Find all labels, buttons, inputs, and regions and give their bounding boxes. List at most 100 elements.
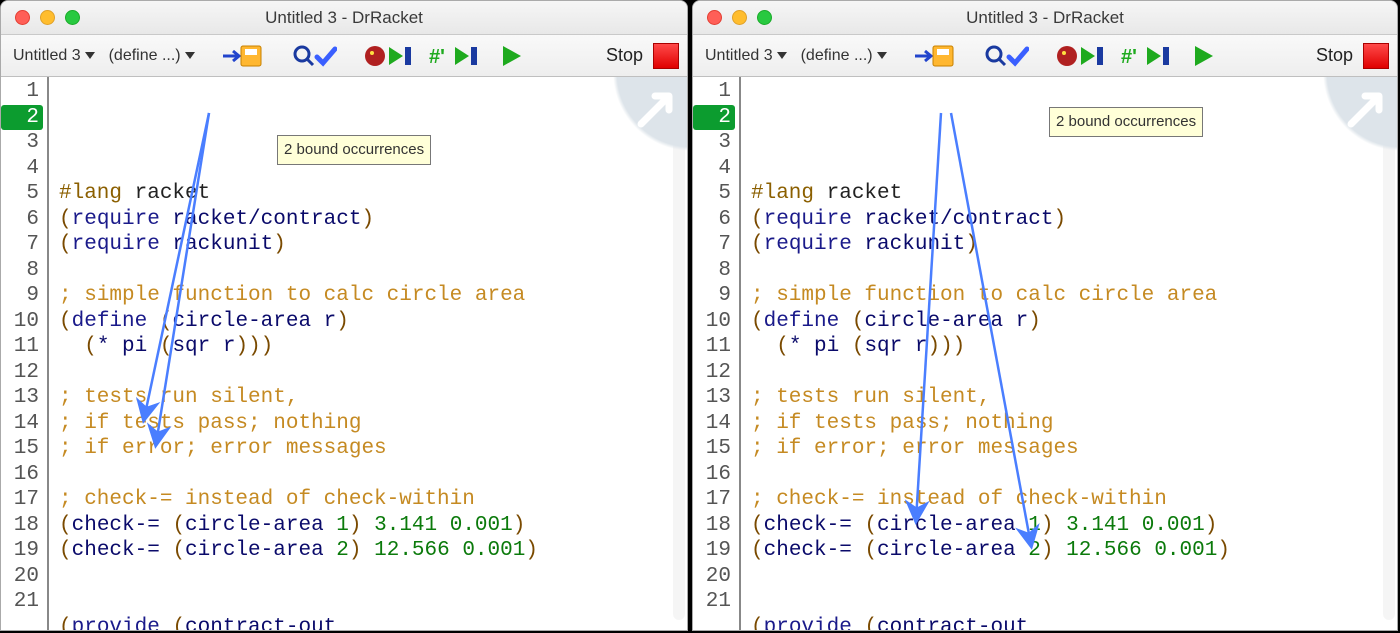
line-number: 2 [1,105,43,131]
code-line[interactable]: ; tests run silent, [751,385,1397,411]
code-line[interactable] [751,258,1397,284]
code-line[interactable]: (define (circle-area r) [59,309,687,335]
line-number: 10 [1,309,39,335]
close-icon[interactable] [15,10,30,25]
line-number: 9 [693,283,731,309]
minimize-icon[interactable] [732,10,747,25]
run-icon[interactable] [1193,41,1215,71]
code-line[interactable] [59,258,687,284]
debug-bug-icon[interactable] [363,41,387,71]
line-number: 10 [693,309,731,335]
code-line[interactable]: ; tests run silent, [59,385,687,411]
code-line[interactable] [59,360,687,386]
traffic-lights [693,10,772,25]
line-number: 13 [1,385,39,411]
save-arrow-icon[interactable] [913,41,957,71]
code-line[interactable]: ; simple function to calc circle area [751,283,1397,309]
titlebar[interactable]: Untitled 3 - DrRacket [1,1,687,35]
code-line[interactable] [59,462,687,488]
zoom-icon[interactable] [757,10,772,25]
code-line[interactable]: ; if tests pass; nothing [751,411,1397,437]
vertical-scrollbar[interactable] [673,117,685,620]
drracket-window-1: Untitled 3 - DrRacket Untitled 3 (define… [0,0,688,631]
code-line[interactable]: ; simple function to calc circle area [59,283,687,309]
code-line[interactable]: (require rackunit) [751,232,1397,258]
line-number: 5 [693,181,731,207]
line-number: 8 [1,258,39,284]
code-area[interactable]: 2 bound occurrences #lang racket(require… [741,77,1397,630]
define-dropdown[interactable]: (define ...) [105,47,199,65]
line-number: 14 [693,411,731,437]
titlebar[interactable]: Untitled 3 - DrRacket [693,1,1397,35]
macro-stepper-icon[interactable]: #' [1121,41,1179,71]
chevron-down-icon [85,52,95,59]
run-icon[interactable] [501,41,523,71]
line-number: 14 [1,411,39,437]
code-line[interactable] [751,564,1397,590]
debug-step-icon[interactable] [387,41,415,71]
minimize-icon[interactable] [40,10,55,25]
line-gutter: 123456789101112131415161718192021 [1,77,49,630]
code-line[interactable]: (provide (contract-out [751,615,1397,631]
search-check-icon[interactable] [983,41,1029,71]
line-number: 5 [1,181,39,207]
code-line[interactable]: #lang racket [751,181,1397,207]
chevron-down-icon [777,52,787,59]
vertical-scrollbar[interactable] [1383,117,1395,620]
code-line[interactable]: (check-= (circle-area 2) 12.566 0.001) [59,538,687,564]
code-line[interactable] [751,589,1397,615]
code-line[interactable] [59,564,687,590]
line-number: 1 [1,79,39,105]
debug-step-icon[interactable] [1079,41,1107,71]
file-dropdown-label: Untitled 3 [705,47,773,65]
code-line[interactable]: ; if error; error messages [751,436,1397,462]
code-line[interactable]: (require racket/contract) [751,207,1397,233]
define-dropdown[interactable]: (define ...) [797,47,891,65]
code-line[interactable]: (define (circle-area r) [751,309,1397,335]
code-area[interactable]: 2 bound occurrences #lang racket(require… [49,77,687,630]
editor-area[interactable]: 123456789101112131415161718192021 2 boun… [693,77,1397,630]
debug-bug-icon[interactable] [1055,41,1079,71]
line-number: 6 [693,207,731,233]
line-number: 21 [693,589,731,615]
drracket-window-2: Untitled 3 - DrRacket Untitled 3 (define… [692,0,1398,631]
macro-stepper-icon[interactable]: #' [429,41,487,71]
line-number: 3 [1,130,39,156]
line-number: 15 [1,436,39,462]
line-number: 16 [1,462,39,488]
svg-text:#': #' [429,46,445,68]
toolbar: Untitled 3 (define ...) [1,35,687,77]
line-number: 12 [693,360,731,386]
file-dropdown[interactable]: Untitled 3 [701,47,791,65]
line-number: 15 [693,436,731,462]
close-icon[interactable] [707,10,722,25]
bound-occurrences-tooltip: 2 bound occurrences [1049,107,1203,137]
code-line[interactable]: (require racket/contract) [59,207,687,233]
code-line[interactable]: (require rackunit) [59,232,687,258]
code-line[interactable]: (provide (contract-out [59,615,687,631]
zoom-icon[interactable] [65,10,80,25]
code-line[interactable]: (check-= (circle-area 1) 3.141 0.001) [59,513,687,539]
save-arrow-icon[interactable] [221,41,265,71]
code-line[interactable]: (check-= (circle-area 2) 12.566 0.001) [751,538,1397,564]
line-number: 11 [693,334,731,360]
search-check-icon[interactable] [291,41,337,71]
line-number: 3 [693,130,731,156]
stop-button[interactable] [653,43,679,69]
toolbar: Untitled 3 (define ...) [693,35,1397,77]
code-line[interactable]: ; if error; error messages [59,436,687,462]
file-dropdown[interactable]: Untitled 3 [9,47,99,65]
code-line[interactable]: ; if tests pass; nothing [59,411,687,437]
code-line[interactable]: ; check-= instead of check-within [59,487,687,513]
code-line[interactable] [59,589,687,615]
stop-button[interactable] [1363,43,1389,69]
code-line[interactable]: #lang racket [59,181,687,207]
code-line[interactable]: (check-= (circle-area 1) 3.141 0.001) [751,513,1397,539]
code-line[interactable]: ; check-= instead of check-within [751,487,1397,513]
code-line[interactable]: (* pi (sqr r))) [751,334,1397,360]
code-line[interactable] [751,360,1397,386]
code-line[interactable] [751,462,1397,488]
editor-area[interactable]: 123456789101112131415161718192021 2 boun… [1,77,687,630]
line-number: 4 [693,156,731,182]
code-line[interactable]: (* pi (sqr r))) [59,334,687,360]
